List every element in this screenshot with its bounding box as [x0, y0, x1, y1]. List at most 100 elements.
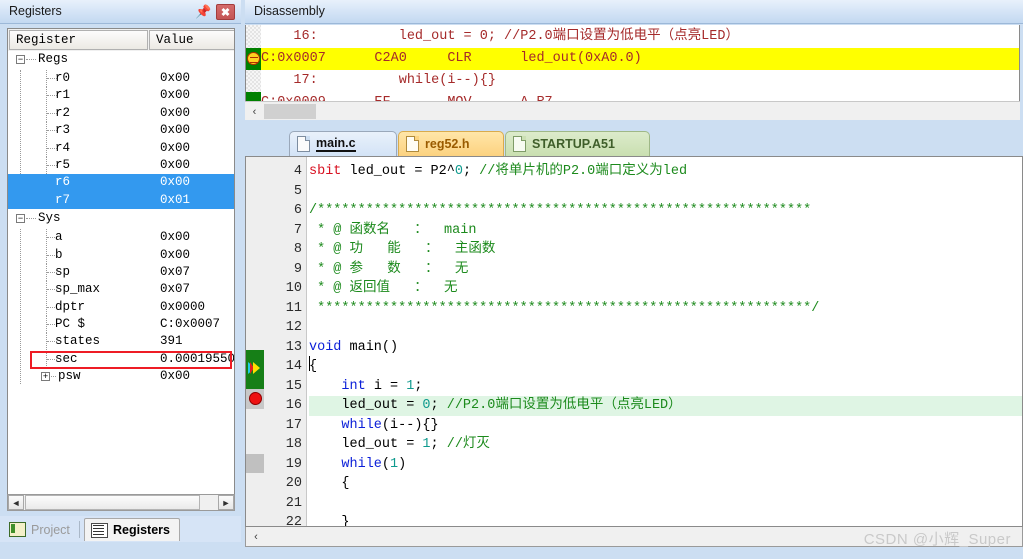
code-token: ;	[430, 398, 447, 413]
register-row[interactable]: b 0x00	[8, 246, 234, 264]
breakpoint-marker[interactable]	[246, 389, 264, 409]
code-line[interactable]: /***************************************…	[309, 201, 811, 221]
tab-startup-a51[interactable]: STARTUP.A51	[505, 131, 650, 156]
register-row-selected[interactable]: r7 0x01	[8, 191, 234, 210]
tab-main-c[interactable]: main.c	[289, 131, 397, 156]
code-line[interactable]: ****************************************…	[309, 299, 819, 319]
code-token: 1	[390, 456, 399, 472]
line-number: 21	[285, 495, 302, 511]
register-row[interactable]: r4 0x00	[8, 139, 234, 157]
editor-tab-label: reg52.h	[425, 137, 470, 151]
pin-icon[interactable]: 📌	[195, 3, 212, 20]
code-line[interactable]: * @ 返回值 ： 无	[309, 279, 457, 299]
editor-gutter[interactable]	[246, 157, 264, 526]
register-row-selected[interactable]: r6 0x00	[8, 174, 234, 192]
code-line[interactable]: * @ 功 能 ： 主函数	[309, 240, 495, 260]
editor-tab-strip: main.c reg52.h STARTUP.A51	[245, 128, 1023, 156]
scrollbar-thumb[interactable]	[264, 104, 316, 119]
line-number: 18	[285, 437, 302, 452]
code-token: * @ 参 数 ： 无	[309, 261, 469, 277]
expander-sys[interactable]: −	[16, 214, 25, 224]
register-row[interactable]: a 0x00	[8, 229, 234, 247]
gutter-marker	[246, 454, 264, 473]
code-content[interactable]: sbit led_out = P2^0; //将单片机的P2.0端口定义为led…	[307, 157, 1022, 526]
disassembly-horizontal-scrollbar[interactable]: ‹	[245, 101, 1020, 120]
code-line[interactable]: int i = 1;	[309, 377, 422, 397]
expander-psw[interactable]: +	[41, 372, 50, 382]
breakpoint-icon	[249, 392, 262, 405]
pc-arrow-icon	[247, 52, 260, 65]
disassembly-source-line: 16: led_out = 0; //P2.0端口设置为低电平（点亮LED）	[261, 29, 739, 44]
tree-connector	[26, 59, 36, 61]
scrollbar-thumb[interactable]	[25, 495, 200, 510]
register-row-pc[interactable]: PC $ C:0x0007	[8, 316, 234, 334]
register-row[interactable]: r3 0x00	[8, 122, 234, 140]
code-line[interactable]: void main()	[309, 338, 398, 358]
register-name: r4	[55, 140, 71, 155]
register-row-states[interactable]: states 391	[8, 333, 234, 351]
code-line[interactable]: while(1)	[309, 455, 406, 475]
register-row[interactable]: sp_max 0x07	[8, 281, 234, 299]
code-line[interactable]: * @ 函数名 ： main	[309, 221, 476, 241]
register-value: 0x00	[160, 105, 191, 120]
code-line[interactable]: }	[309, 513, 349, 526]
expander-regs[interactable]: −	[16, 55, 25, 64]
register-value: 0x00	[160, 247, 191, 262]
line-number: 14	[285, 359, 302, 374]
scroll-left-arrow-icon[interactable]: ◄	[8, 495, 24, 510]
scroll-left-arrow-icon[interactable]: ‹	[249, 530, 263, 544]
dock-tab-label: Registers	[113, 523, 170, 537]
register-row[interactable]: r5 0x00	[8, 156, 234, 174]
line-number: 19	[285, 456, 302, 472]
code-line[interactable]: {	[309, 357, 317, 377]
column-header-value[interactable]: Value	[149, 30, 234, 50]
scroll-right-arrow-icon[interactable]: ►	[218, 495, 234, 510]
tab-reg52-h[interactable]: reg52.h	[398, 131, 504, 156]
arrow-icon	[253, 362, 260, 374]
tree-group-regs[interactable]: − Regs	[8, 51, 234, 70]
register-value: C:0x0007	[160, 317, 221, 332]
code-token: ;	[462, 164, 480, 179]
register-row[interactable]: dptr 0x0000	[8, 298, 234, 316]
code-line[interactable]: * @ 参 数 ： 无	[309, 260, 468, 280]
tree-connector	[51, 376, 56, 378]
code-line[interactable]: led_out = 1; //灯灭	[309, 435, 490, 455]
register-name: sp	[55, 264, 71, 279]
code-line[interactable]: while(i--){}	[309, 416, 438, 436]
register-row[interactable]: r0 0x00	[8, 70, 234, 87]
code-editor[interactable]: 456789101112131415161718192021222324 sbi…	[245, 156, 1023, 527]
registers-horizontal-scrollbar[interactable]: ◄ ►	[7, 494, 235, 511]
code-token: /***************************************…	[309, 203, 812, 218]
register-name: sp_max	[55, 282, 101, 297]
register-value: 0x01	[160, 192, 191, 207]
dock-tab-registers[interactable]: Registers	[84, 518, 180, 541]
line-number: 7	[293, 222, 302, 238]
dock-tab-project[interactable]: Project	[3, 518, 79, 541]
register-row[interactable]: r2 0x00	[8, 104, 234, 122]
registers-column-header: Register Value	[8, 29, 234, 51]
code-token: (	[381, 456, 391, 472]
registers-tree[interactable]: Register Value − Regs r0 0x00 r1 0x00 r2…	[7, 28, 235, 506]
project-icon	[9, 522, 26, 537]
column-header-register[interactable]: Register	[9, 30, 148, 50]
scroll-left-arrow-icon[interactable]: ‹	[247, 104, 262, 119]
code-line[interactable]: sbit led_out = P2^0; //将单片机的P2.0端口定义为led	[309, 162, 687, 182]
register-value: 391	[160, 334, 183, 349]
registers-titlebar: Registers 📌 ✖	[0, 0, 241, 24]
register-value: 0x0000	[160, 299, 206, 314]
code-line[interactable]: {	[309, 474, 349, 494]
file-icon	[406, 136, 419, 152]
close-icon[interactable]: ✖	[216, 4, 235, 20]
register-row[interactable]: sp 0x07	[8, 263, 234, 281]
code-line-current[interactable]: led_out = 0; //P2.0端口设置为低电平（点亮LED）	[309, 396, 1022, 416]
disassembly-source-line: 17: while(i--){}	[261, 73, 496, 88]
tree-group-psw[interactable]: + psw 0x00	[8, 368, 234, 385]
register-value: 0x00	[160, 230, 191, 245]
tree-group-sys[interactable]: − Sys	[8, 209, 234, 229]
file-icon	[297, 136, 310, 152]
pc-marker	[246, 48, 261, 70]
register-row[interactable]: r1 0x00	[8, 87, 234, 105]
watermark: CSDN @小辉_Super	[863, 531, 1011, 548]
tree-group-label-regs: Regs	[38, 52, 69, 66]
